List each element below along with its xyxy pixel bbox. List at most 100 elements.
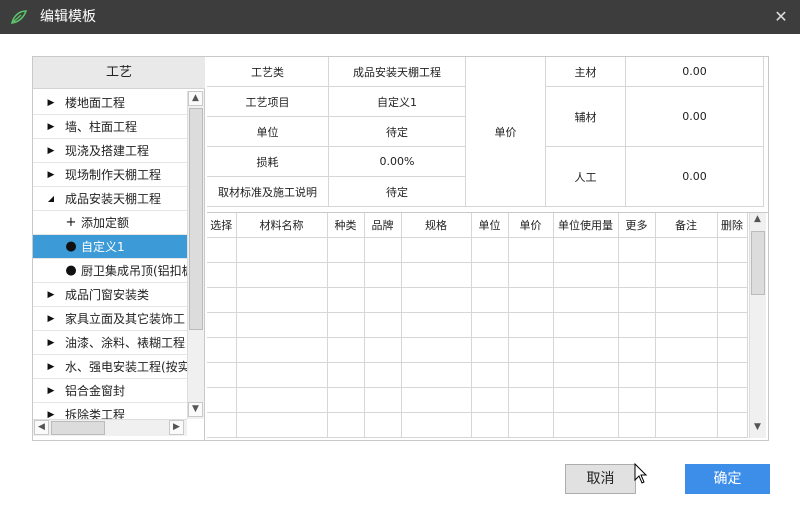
- grid-vertical-scrollbar[interactable]: ▲ ▼: [749, 213, 766, 438]
- grid-cell[interactable]: [207, 287, 237, 313]
- collapsed-arrow-icon[interactable]: ▶: [45, 115, 57, 138]
- grid-cell[interactable]: [327, 262, 365, 288]
- grid-cell[interactable]: [618, 387, 656, 413]
- collapsed-arrow-icon[interactable]: ▶: [45, 139, 57, 162]
- grid-cell[interactable]: [508, 312, 554, 338]
- grid-column-header[interactable]: 单价: [508, 213, 554, 238]
- grid-cell[interactable]: [471, 312, 509, 338]
- scroll-thumb[interactable]: [189, 108, 203, 330]
- grid-cell[interactable]: [471, 412, 509, 438]
- grid-column-header[interactable]: 单位: [471, 213, 509, 238]
- grid-cell[interactable]: [236, 287, 328, 313]
- grid-cell[interactable]: [401, 362, 472, 388]
- labor-value[interactable]: 0.00: [626, 147, 764, 207]
- grid-cell[interactable]: [655, 287, 718, 313]
- grid-cell[interactable]: [717, 337, 748, 363]
- grid-cell[interactable]: [717, 237, 748, 263]
- grid-cell[interactable]: [618, 312, 656, 338]
- grid-cell[interactable]: [207, 337, 237, 363]
- grid-cell[interactable]: [655, 362, 718, 388]
- ok-button[interactable]: 确定: [685, 464, 770, 494]
- grid-cell[interactable]: [717, 312, 748, 338]
- tree-item[interactable]: ● 厨卫集成吊顶(铝扣板: [33, 259, 187, 283]
- grid-column-header[interactable]: 种类: [327, 213, 365, 238]
- grid-column-header[interactable]: 材料名称: [236, 213, 328, 238]
- grid-cell[interactable]: [508, 237, 554, 263]
- grid-cell[interactable]: [508, 262, 554, 288]
- collapsed-arrow-icon[interactable]: ▶: [45, 163, 57, 186]
- grid-cell[interactable]: [717, 262, 748, 288]
- grid-cell[interactable]: [364, 237, 402, 263]
- tree-item[interactable]: ▶ 现场制作天棚工程: [33, 163, 187, 187]
- grid-cell[interactable]: [618, 287, 656, 313]
- grid-cell[interactable]: [471, 287, 509, 313]
- grid-cell[interactable]: [717, 387, 748, 413]
- grid-cell[interactable]: [401, 312, 472, 338]
- scroll-thumb-horizontal[interactable]: [51, 421, 105, 435]
- scroll-right-icon[interactable]: ▶: [169, 420, 184, 435]
- tree-item[interactable]: + 添加定额: [33, 211, 187, 235]
- grid-cell[interactable]: [618, 237, 656, 263]
- grid-cell[interactable]: [364, 287, 402, 313]
- grid-cell[interactable]: [553, 387, 619, 413]
- tree-item[interactable]: ▶ 铝合金窗封: [33, 379, 187, 403]
- tree-item[interactable]: ▶ 拆除类工程: [33, 403, 187, 419]
- grid-cell[interactable]: [553, 312, 619, 338]
- tree-item[interactable]: ▶ 墙、柱面工程: [33, 115, 187, 139]
- grid-cell[interactable]: [717, 287, 748, 313]
- collapsed-arrow-icon[interactable]: ▶: [45, 403, 57, 419]
- grid-cell[interactable]: [553, 262, 619, 288]
- grid-cell[interactable]: [471, 237, 509, 263]
- grid-cell[interactable]: [364, 362, 402, 388]
- grid-cell[interactable]: [401, 387, 472, 413]
- grid-cell[interactable]: [655, 412, 718, 438]
- grid-cell[interactable]: [207, 412, 237, 438]
- grid-cell[interactable]: [401, 237, 472, 263]
- grid-cell[interactable]: [553, 237, 619, 263]
- collapsed-arrow-icon[interactable]: ▶: [45, 355, 57, 378]
- expanded-arrow-icon[interactable]: ◢: [45, 187, 57, 210]
- grid-cell[interactable]: [553, 412, 619, 438]
- grid-cell[interactable]: [401, 287, 472, 313]
- grid-cell[interactable]: [236, 362, 328, 388]
- grid-cell[interactable]: [508, 362, 554, 388]
- close-icon[interactable]: ✕: [770, 6, 792, 28]
- grid-cell[interactable]: [717, 362, 748, 388]
- grid-cell[interactable]: [327, 362, 365, 388]
- grid-cell[interactable]: [207, 262, 237, 288]
- tree-item[interactable]: ▶ 现浇及搭建工程: [33, 139, 187, 163]
- grid-cell[interactable]: [553, 362, 619, 388]
- main-material-value[interactable]: 0.00: [626, 57, 764, 87]
- grid-cell[interactable]: [364, 337, 402, 363]
- scroll-thumb[interactable]: [751, 231, 765, 295]
- collapsed-arrow-icon[interactable]: ▶: [45, 283, 57, 306]
- grid-cell[interactable]: [207, 237, 237, 263]
- grid-column-header[interactable]: 单位使用量: [553, 213, 619, 238]
- collapsed-arrow-icon[interactable]: ▶: [45, 331, 57, 354]
- tree-item[interactable]: ▶ 水、强电安装工程(按实: [33, 355, 187, 379]
- grid-cell[interactable]: [236, 262, 328, 288]
- grid-cell[interactable]: [508, 387, 554, 413]
- grid-cell[interactable]: [618, 362, 656, 388]
- grid-cell[interactable]: [553, 337, 619, 363]
- craft-item-value[interactable]: 自定义1: [329, 87, 466, 117]
- grid-cell[interactable]: [655, 387, 718, 413]
- grid-column-header[interactable]: 规格: [401, 213, 472, 238]
- tree-item[interactable]: ▶ 油漆、涂料、裱糊工程: [33, 331, 187, 355]
- grid-cell[interactable]: [327, 287, 365, 313]
- grid-cell[interactable]: [236, 337, 328, 363]
- scroll-up-icon[interactable]: ▲: [188, 91, 203, 106]
- grid-cell[interactable]: [471, 262, 509, 288]
- unit-value[interactable]: 待定: [329, 117, 466, 147]
- grid-cell[interactable]: [364, 312, 402, 338]
- grid-cell[interactable]: [236, 412, 328, 438]
- grid-cell[interactable]: [618, 412, 656, 438]
- grid-cell[interactable]: [236, 237, 328, 263]
- scroll-down-icon[interactable]: ▼: [188, 402, 203, 417]
- grid-cell[interactable]: [364, 387, 402, 413]
- aux-material-value[interactable]: 0.00: [626, 87, 764, 147]
- grid-column-header[interactable]: 备注: [655, 213, 718, 238]
- grid-cell[interactable]: [655, 237, 718, 263]
- tree-vertical-scrollbar[interactable]: ▲ ▼: [187, 91, 204, 419]
- grid-cell[interactable]: [655, 312, 718, 338]
